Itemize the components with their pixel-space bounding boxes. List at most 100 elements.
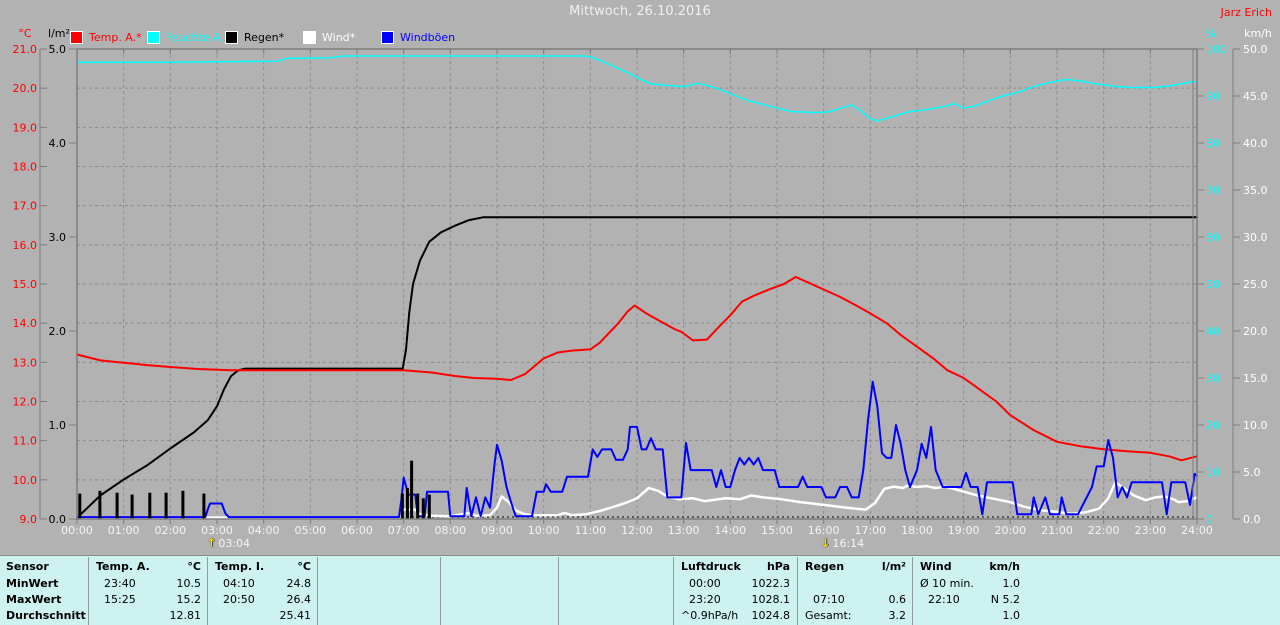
wind-tick-label: 45.0 [1243, 90, 1268, 103]
table-cell: 3.2 [888, 609, 907, 622]
table-cell: 1.0 [1002, 609, 1021, 622]
humidity-tick-label: 40 [1206, 325, 1220, 338]
table-cell: 1.0 [1002, 577, 1021, 590]
wind-tick-label: 5.0 [1243, 466, 1261, 479]
temp-tick-label: 14.0 [13, 317, 38, 330]
rain-rate-bar [202, 493, 206, 519]
table-cell: 10.5 [176, 577, 202, 590]
rain-rate-bar [164, 492, 168, 519]
humidity-tick-label: 30 [1206, 372, 1220, 385]
x-tick-label: 08:00 [434, 524, 467, 537]
humidity-tick-label: 80 [1206, 137, 1220, 150]
x-tick-label: 09:00 [481, 524, 513, 537]
x-tick-label: 18:00 [901, 524, 933, 537]
temp-tick-label: 13.0 [13, 356, 38, 369]
rain-tick-label: 4.0 [49, 137, 67, 150]
table-cell: N 5.2 [990, 593, 1020, 606]
x-tick-label: 06:00 [341, 524, 373, 537]
table-cell: 26.4 [286, 593, 312, 606]
table-cell: l/m² [881, 560, 906, 573]
rain-rate-bar [400, 493, 404, 519]
temp-tick-label: 20.0 [13, 82, 38, 95]
rain-tick-label: 5.0 [49, 43, 67, 56]
marker-time: 03:04 [218, 536, 251, 550]
rain-rate-bar [421, 498, 425, 519]
chart-plot[interactable]: 9.0 10.0 11.0 12.0 13.0 14.0 15.0 16.0 17.0 18.0 1… [0, 0, 1280, 555]
temp-tick-label: 21.0 [13, 43, 38, 56]
wind-tick-label: 0.0 [1243, 513, 1261, 526]
table-cell: 1028.1 [751, 593, 791, 606]
wind-tick-label: 15.0 [1243, 372, 1268, 385]
x-tick-label: 01:00 [107, 524, 140, 537]
table-cell: 12.81 [169, 609, 202, 622]
rain-rate-bar [78, 493, 82, 519]
marker-down[interactable]: ↓ 16:14 [820, 536, 864, 550]
rain-rate-bar [130, 494, 134, 519]
wind-tick-label: 10.0 [1243, 419, 1268, 432]
x-tick-label: 22:00 [1087, 524, 1120, 537]
table-cell: 15.2 [176, 593, 202, 606]
x-tick-label: 12:00 [621, 524, 653, 537]
temp-tick-label: 18.0 [13, 161, 38, 174]
wind-tick-label: 40.0 [1243, 137, 1268, 150]
temp-tick-label: 16.0 [13, 239, 38, 252]
wind-tick-label: 25.0 [1243, 278, 1268, 291]
rain-tick-label: 1.0 [49, 419, 67, 432]
humidity-tick-label: 70 [1206, 184, 1220, 197]
temp-tick-label: 9.0 [20, 513, 38, 526]
table-cell: Sensor [6, 560, 49, 573]
table-divider [317, 557, 318, 625]
marker-up[interactable]: ↑ 03:04 [206, 536, 250, 550]
table-divider [797, 557, 798, 625]
table-cell: km/h [989, 560, 1020, 573]
x-tick-label: 23:00 [1134, 524, 1167, 537]
wind-tick-label: 35.0 [1243, 184, 1268, 197]
humidity-tick-label: 60 [1206, 231, 1220, 244]
table-cell: MaxWert [6, 593, 62, 606]
x-tick-label: 13:00 [667, 524, 700, 537]
x-tick-label: 24:00 [1181, 524, 1213, 537]
rain-rate-bar [405, 488, 409, 519]
rain-tick-label: 3.0 [49, 231, 67, 244]
x-tick-label: 21:00 [1041, 524, 1073, 537]
x-tick-label: 10:00 [527, 524, 560, 537]
humidity-tick-label: 10 [1206, 466, 1220, 479]
temp-tick-label: 19.0 [13, 121, 38, 134]
table-cell: MinWert [6, 577, 59, 590]
table-cell: Durchschnitt [6, 609, 86, 622]
table-cell: 24.8 [286, 577, 312, 590]
humidity-tick-label: 50 [1206, 278, 1220, 291]
statistics-table: Sensor MinWert MaxWert Durchschnitt Temp. A.… [0, 555, 1280, 625]
x-tick-label: 00:00 [61, 524, 93, 537]
humidity-tick-label: 90 [1206, 90, 1220, 103]
table-cell: °C [297, 560, 311, 573]
x-tick-label: 11:00 [574, 524, 607, 537]
x-tick-label: 19:00 [947, 524, 980, 537]
temp-tick-label: 15.0 [13, 278, 38, 291]
weather-graph-window: Mittwoch, 26.10.2016 Jarz Erich °C l/m² … [0, 0, 1280, 625]
wind-tick-label: 20.0 [1243, 325, 1268, 338]
rain-rate-bar [115, 492, 119, 519]
rain-rate-bar [181, 490, 185, 519]
temp-tick-label: 12.0 [13, 396, 38, 409]
table-cell: 0.6 [888, 593, 907, 606]
x-tick-label: 02:00 [154, 524, 187, 537]
rain-tick-label: 2.0 [49, 325, 67, 338]
rain-rate-bar [148, 492, 152, 519]
wind-tick-label: 30.0 [1243, 231, 1268, 244]
wind-tick-label: 50.0 [1243, 43, 1268, 56]
temp-tick-label: 11.0 [13, 435, 38, 448]
marker-time: 16:14 [832, 536, 865, 550]
x-tick-label: 05:00 [294, 524, 327, 537]
rain-rate-bar [98, 490, 102, 519]
marker-down-icon: ↓ [820, 536, 831, 550]
table-divider [207, 557, 208, 625]
temp-tick-label: 10.0 [13, 474, 38, 487]
table-cell: hPa [766, 560, 790, 573]
table-cell: °C [187, 560, 201, 573]
table-divider [673, 557, 674, 625]
table-cell: 1022.3 [751, 577, 791, 590]
x-tick-label: 07:00 [387, 524, 420, 537]
humidity-tick-label: 20 [1206, 419, 1220, 432]
x-tick-label: 14:00 [714, 524, 747, 537]
